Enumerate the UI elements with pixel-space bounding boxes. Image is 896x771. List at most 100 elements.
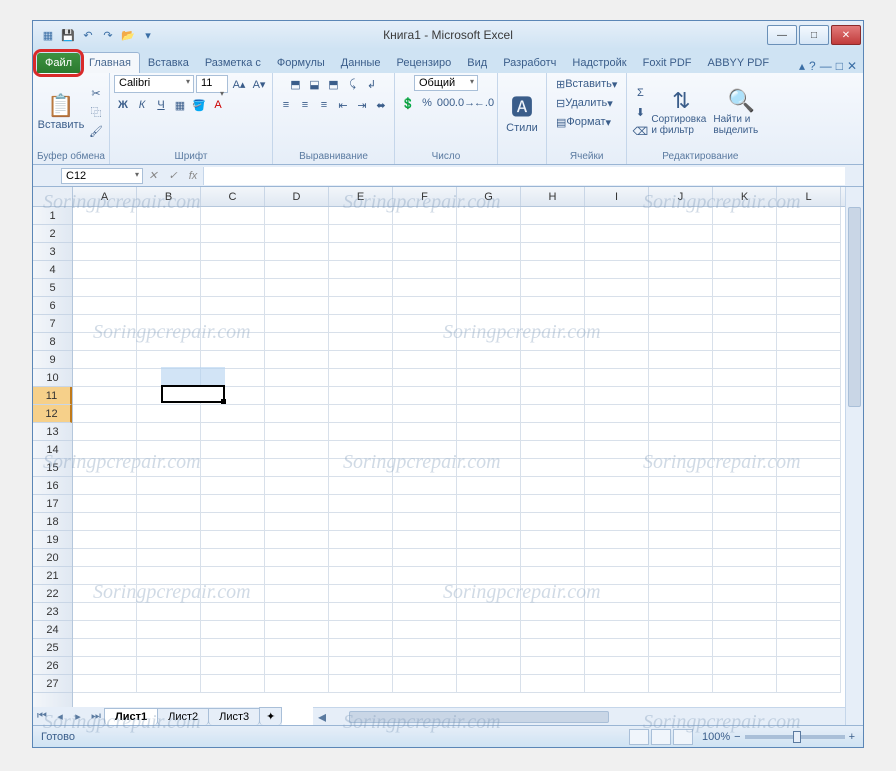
cell[interactable] bbox=[73, 531, 137, 549]
cell[interactable] bbox=[649, 621, 713, 639]
cell[interactable] bbox=[393, 441, 457, 459]
cell[interactable] bbox=[713, 441, 777, 459]
cell[interactable] bbox=[777, 261, 841, 279]
cell[interactable] bbox=[265, 207, 329, 225]
cell[interactable] bbox=[521, 639, 585, 657]
cell[interactable] bbox=[393, 423, 457, 441]
col-header-I[interactable]: I bbox=[585, 187, 649, 206]
row-header-26[interactable]: 26 bbox=[33, 657, 72, 675]
cell[interactable] bbox=[777, 603, 841, 621]
cell[interactable] bbox=[73, 441, 137, 459]
cell[interactable] bbox=[585, 675, 649, 693]
font-color-icon[interactable]: A bbox=[209, 96, 227, 114]
cell[interactable] bbox=[265, 243, 329, 261]
currency-icon[interactable]: 💲 bbox=[399, 94, 417, 112]
cell[interactable] bbox=[649, 441, 713, 459]
cell[interactable] bbox=[329, 423, 393, 441]
cell[interactable] bbox=[457, 477, 521, 495]
cell[interactable] bbox=[521, 351, 585, 369]
cell[interactable] bbox=[521, 459, 585, 477]
help-icon[interactable]: ? bbox=[809, 59, 816, 73]
cell[interactable] bbox=[265, 351, 329, 369]
row-header-15[interactable]: 15 bbox=[33, 459, 72, 477]
cell[interactable] bbox=[73, 477, 137, 495]
cell[interactable] bbox=[649, 405, 713, 423]
cell[interactable] bbox=[713, 567, 777, 585]
row-header-19[interactable]: 19 bbox=[33, 531, 72, 549]
cell[interactable] bbox=[329, 387, 393, 405]
cell[interactable] bbox=[457, 675, 521, 693]
cell[interactable] bbox=[265, 621, 329, 639]
paste-button[interactable]: 📋 Вставить bbox=[37, 79, 85, 145]
collapse-ribbon-icon[interactable]: ▴ bbox=[799, 59, 805, 73]
cell[interactable] bbox=[73, 585, 137, 603]
tab-developer[interactable]: Разработч bbox=[495, 53, 564, 73]
cell[interactable] bbox=[73, 423, 137, 441]
cell[interactable] bbox=[649, 585, 713, 603]
cell[interactable] bbox=[329, 369, 393, 387]
tab-home[interactable]: Главная bbox=[80, 52, 140, 73]
cell[interactable] bbox=[521, 243, 585, 261]
cell[interactable] bbox=[201, 405, 265, 423]
new-sheet-icon[interactable]: ✦ bbox=[259, 707, 282, 725]
cell[interactable] bbox=[393, 261, 457, 279]
row-header-13[interactable]: 13 bbox=[33, 423, 72, 441]
cell[interactable] bbox=[521, 279, 585, 297]
cell[interactable] bbox=[265, 297, 329, 315]
tab-nav-next-icon[interactable]: ▸ bbox=[69, 710, 87, 723]
wrap-text-icon[interactable]: ↲ bbox=[363, 75, 381, 93]
cell[interactable] bbox=[73, 351, 137, 369]
cell[interactable] bbox=[649, 531, 713, 549]
cell[interactable] bbox=[777, 387, 841, 405]
cell[interactable] bbox=[713, 369, 777, 387]
tab-foxit[interactable]: Foxit PDF bbox=[635, 53, 700, 73]
cell[interactable] bbox=[457, 243, 521, 261]
cell[interactable] bbox=[585, 621, 649, 639]
cell[interactable] bbox=[329, 585, 393, 603]
cell[interactable] bbox=[137, 621, 201, 639]
increase-decimal-icon[interactable]: .0→ bbox=[456, 94, 474, 112]
cell[interactable] bbox=[777, 495, 841, 513]
cell[interactable] bbox=[457, 369, 521, 387]
col-header-K[interactable]: K bbox=[713, 187, 777, 206]
tab-nav-prev-icon[interactable]: ◂ bbox=[51, 710, 69, 723]
cell[interactable] bbox=[393, 675, 457, 693]
cell[interactable] bbox=[329, 567, 393, 585]
cell[interactable] bbox=[393, 351, 457, 369]
cell[interactable] bbox=[457, 225, 521, 243]
cell[interactable] bbox=[585, 531, 649, 549]
cell[interactable] bbox=[329, 441, 393, 459]
cell[interactable] bbox=[521, 315, 585, 333]
cell[interactable] bbox=[393, 495, 457, 513]
cell[interactable] bbox=[393, 531, 457, 549]
cell[interactable] bbox=[521, 495, 585, 513]
row-header-22[interactable]: 22 bbox=[33, 585, 72, 603]
cell[interactable] bbox=[713, 315, 777, 333]
cell[interactable] bbox=[201, 477, 265, 495]
col-header-C[interactable]: C bbox=[201, 187, 265, 206]
col-header-D[interactable]: D bbox=[265, 187, 329, 206]
cell[interactable] bbox=[137, 567, 201, 585]
cell[interactable] bbox=[777, 639, 841, 657]
cell[interactable] bbox=[585, 657, 649, 675]
cell[interactable] bbox=[585, 405, 649, 423]
cell[interactable] bbox=[713, 477, 777, 495]
format-painter-icon[interactable]: 🖌 bbox=[87, 122, 105, 140]
cell[interactable] bbox=[777, 513, 841, 531]
cell[interactable] bbox=[137, 477, 201, 495]
cell[interactable] bbox=[777, 585, 841, 603]
cell[interactable] bbox=[777, 621, 841, 639]
zoom-slider[interactable] bbox=[745, 735, 845, 739]
cell[interactable] bbox=[777, 675, 841, 693]
tab-addins[interactable]: Надстройк bbox=[564, 53, 634, 73]
insert-cells-button[interactable]: ⊞ Вставить ▾ bbox=[551, 75, 622, 93]
cell[interactable] bbox=[329, 675, 393, 693]
cell[interactable] bbox=[137, 513, 201, 531]
cell[interactable] bbox=[329, 243, 393, 261]
row-header-4[interactable]: 4 bbox=[33, 261, 72, 279]
cell[interactable] bbox=[457, 207, 521, 225]
increase-indent-icon[interactable]: ⇥ bbox=[353, 96, 371, 114]
cell[interactable] bbox=[201, 639, 265, 657]
cell[interactable] bbox=[713, 513, 777, 531]
cell[interactable] bbox=[393, 207, 457, 225]
